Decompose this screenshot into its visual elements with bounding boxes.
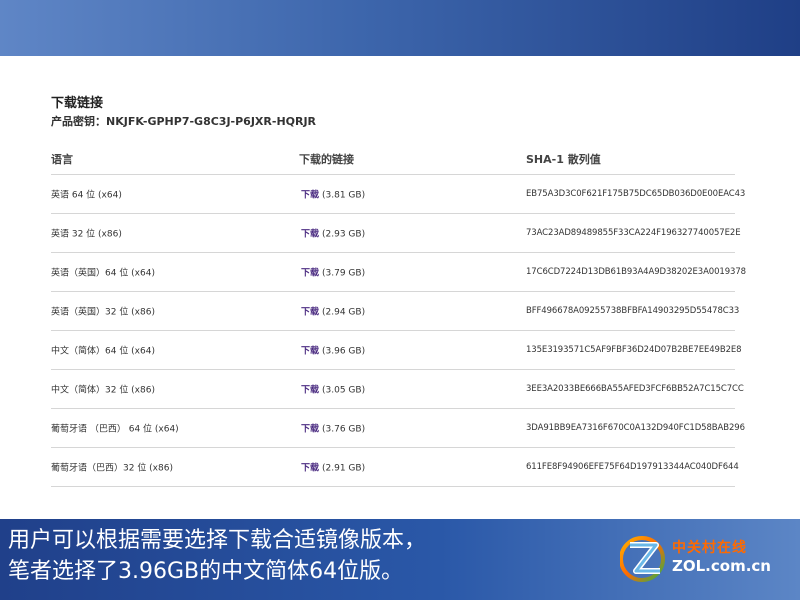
download-link[interactable]: 下载 — [301, 308, 319, 318]
caption-text: 用户可以根据需要选择下载合适镜像版本， 笔者选择了3.96GB的中文简体64位版… — [8, 525, 498, 587]
row-download-cell: 下载 (2.94 GB) — [301, 305, 365, 318]
row-language: 葡萄牙语 （巴西） 64 位 (x64) — [51, 424, 179, 435]
download-link[interactable]: 下载 — [301, 269, 319, 279]
caption-banner: 用户可以根据需要选择下载合适镜像版本， 笔者选择了3.96GB的中文简体64位版… — [0, 519, 800, 600]
row-sha1-hash: 73AC23AD89489855F33CA224F196327740057E2E — [526, 228, 741, 238]
row-file-size: (3.81 GB) — [322, 190, 366, 201]
table-header-row: 语言 下载的链接 SHA-1 散列值 — [51, 144, 735, 175]
row-file-size: (2.94 GB) — [322, 307, 366, 318]
row-language: 中文（简体）64 位 (x64) — [51, 346, 155, 357]
row-sha1-hash: EB75A3D3C0F621F175B75DC65DB036D0E00EAC43 — [526, 189, 746, 199]
product-key-text: 产品密钥：NKJFK-GPHP7-G8C3J-P6JXR-HQRJR — [51, 115, 317, 128]
download-link[interactable]: 下载 — [301, 425, 319, 435]
download-link[interactable]: 下载 — [301, 230, 319, 240]
row-file-size: (3.96 GB) — [322, 346, 366, 357]
row-language: 英语 32 位 (x86) — [51, 229, 122, 240]
row-sha1-hash: 3EE3A2033BE666BA55AFED3FCF6BB52A7C15C7CC — [526, 384, 744, 394]
caption-line-1: 用户可以根据需要选择下载合适镜像版本， — [8, 528, 427, 553]
row-download-cell: 下载 (2.91 GB) — [301, 461, 365, 474]
row-download-cell: 下载 (3.76 GB) — [301, 422, 365, 435]
table-row: 英语（英国）32 位 (x86) 下载 (2.94 GB) BFF496678A0… — [51, 292, 739, 331]
row-file-size: (3.05 GB) — [322, 385, 366, 396]
row-download-cell: 下载 (3.05 GB) — [301, 383, 365, 396]
top-banner — [0, 0, 800, 56]
column-header-download-link: 下载的链接 — [299, 153, 354, 166]
table-row: 英语 32 位 (x86) 下载 (2.93 GB) 73AC23AD894898… — [51, 214, 741, 253]
zol-z-icon — [620, 536, 665, 582]
row-sha1-hash: 135E3193571C5AF9FBF36D24D07B2BE7EE49B2E8 — [526, 345, 742, 355]
download-link[interactable]: 下载 — [301, 347, 319, 357]
table-row: 中文（简体）64 位 (x64) 下载 (3.96 GB) 135E3193571… — [51, 331, 742, 370]
download-link[interactable]: 下载 — [301, 464, 319, 474]
row-language: 英语（英国）32 位 (x86) — [51, 307, 155, 318]
row-language: 中文（简体）32 位 (x86) — [51, 385, 155, 396]
row-sha1-hash: 17C6CD7224D13DB61B93A4A9D38202E3A0019378 — [526, 267, 746, 277]
row-file-size: (3.79 GB) — [322, 268, 366, 279]
logo-domain-text: ZOL.com.cn — [672, 557, 771, 575]
table-row: 英语 64 位 (x64) 下载 (3.81 GB) EB75A3D3C0F621… — [51, 175, 745, 214]
row-file-size: (2.91 GB) — [322, 463, 366, 474]
row-sha1-hash: BFF496678A09255738BFBFA14903295D55478C33 — [526, 306, 740, 316]
download-table: 语言 下载的链接 SHA-1 散列值 英语 64 位 (x64) 下载 (3.81… — [51, 144, 746, 487]
download-link[interactable]: 下载 — [301, 191, 319, 201]
row-sha1-hash: 611FE8F94906EFE75F64D197913344AC040DF644 — [526, 462, 739, 472]
row-language: 英语（英国）64 位 (x64) — [51, 268, 155, 279]
row-download-cell: 下载 (3.79 GB) — [301, 266, 365, 279]
row-language: 葡萄牙语（巴西）32 位 (x86) — [51, 463, 173, 474]
zol-logo: 中关村在线 ZOL.com.cn — [620, 533, 790, 589]
logo-chinese-text: 中关村在线 — [672, 540, 747, 556]
row-sha1-hash: 3DA91BB9EA7316F670C0A132D940FC1D58BAB296 — [526, 423, 745, 433]
row-download-cell: 下载 (3.96 GB) — [301, 344, 365, 357]
download-link[interactable]: 下载 — [301, 386, 319, 396]
row-file-size: (2.93 GB) — [322, 229, 366, 240]
row-language: 英语 64 位 (x64) — [51, 190, 122, 201]
table-row: 英语（英国）64 位 (x64) 下载 (3.79 GB) 17C6CD7224D… — [51, 253, 746, 292]
table-row: 中文（简体）32 位 (x86) 下载 (3.05 GB) 3EE3A2033BE… — [51, 370, 744, 409]
row-download-cell: 下载 (3.81 GB) — [301, 188, 365, 201]
row-file-size: (3.76 GB) — [322, 424, 366, 435]
table-row: 葡萄牙语 （巴西） 64 位 (x64) 下载 (3.76 GB) 3DA91BB… — [51, 409, 745, 448]
row-download-cell: 下载 (2.93 GB) — [301, 227, 365, 240]
column-header-sha1: SHA-1 散列值 — [526, 153, 601, 166]
section-title: 下载链接 — [51, 96, 104, 111]
screenshot-frame: 下载链接 产品密钥：NKJFK-GPHP7-G8C3J-P6JXR-HQRJR … — [0, 0, 800, 600]
column-header-language: 语言 — [51, 153, 73, 166]
caption-line-2: 笔者选择了3.96GB的中文简体64位版。 — [8, 559, 404, 584]
table-row: 葡萄牙语（巴西）32 位 (x86) 下载 (2.91 GB) 611FE8F94… — [51, 448, 739, 487]
